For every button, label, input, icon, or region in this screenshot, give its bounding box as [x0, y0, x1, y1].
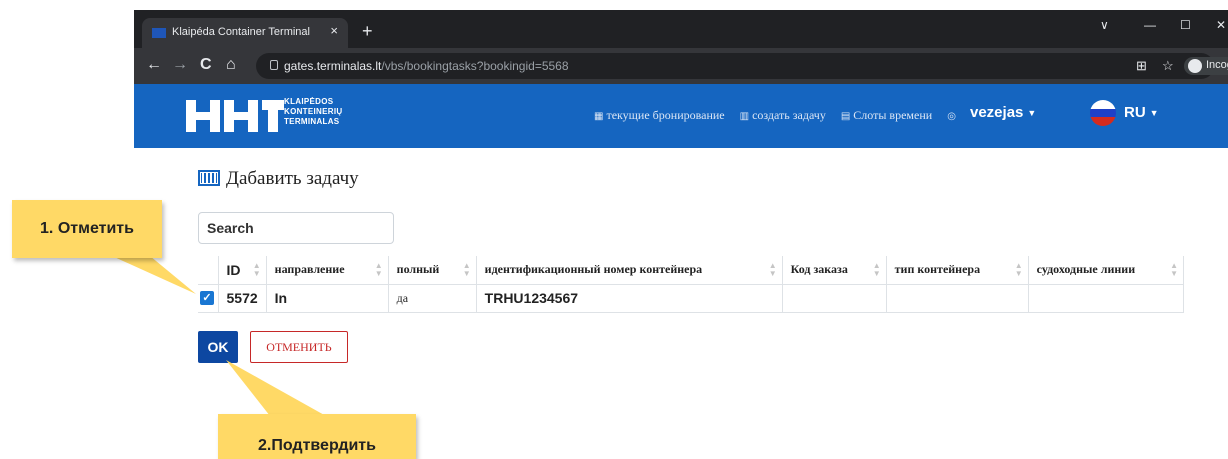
callout-pointers: [112, 256, 326, 416]
callout-step-2: 2.Подтвердить: [218, 414, 416, 459]
callout-2-pointer: [226, 360, 326, 416]
callout-1-pointer: [112, 256, 196, 294]
callout-step-1: 1. Отметить: [12, 200, 162, 258]
